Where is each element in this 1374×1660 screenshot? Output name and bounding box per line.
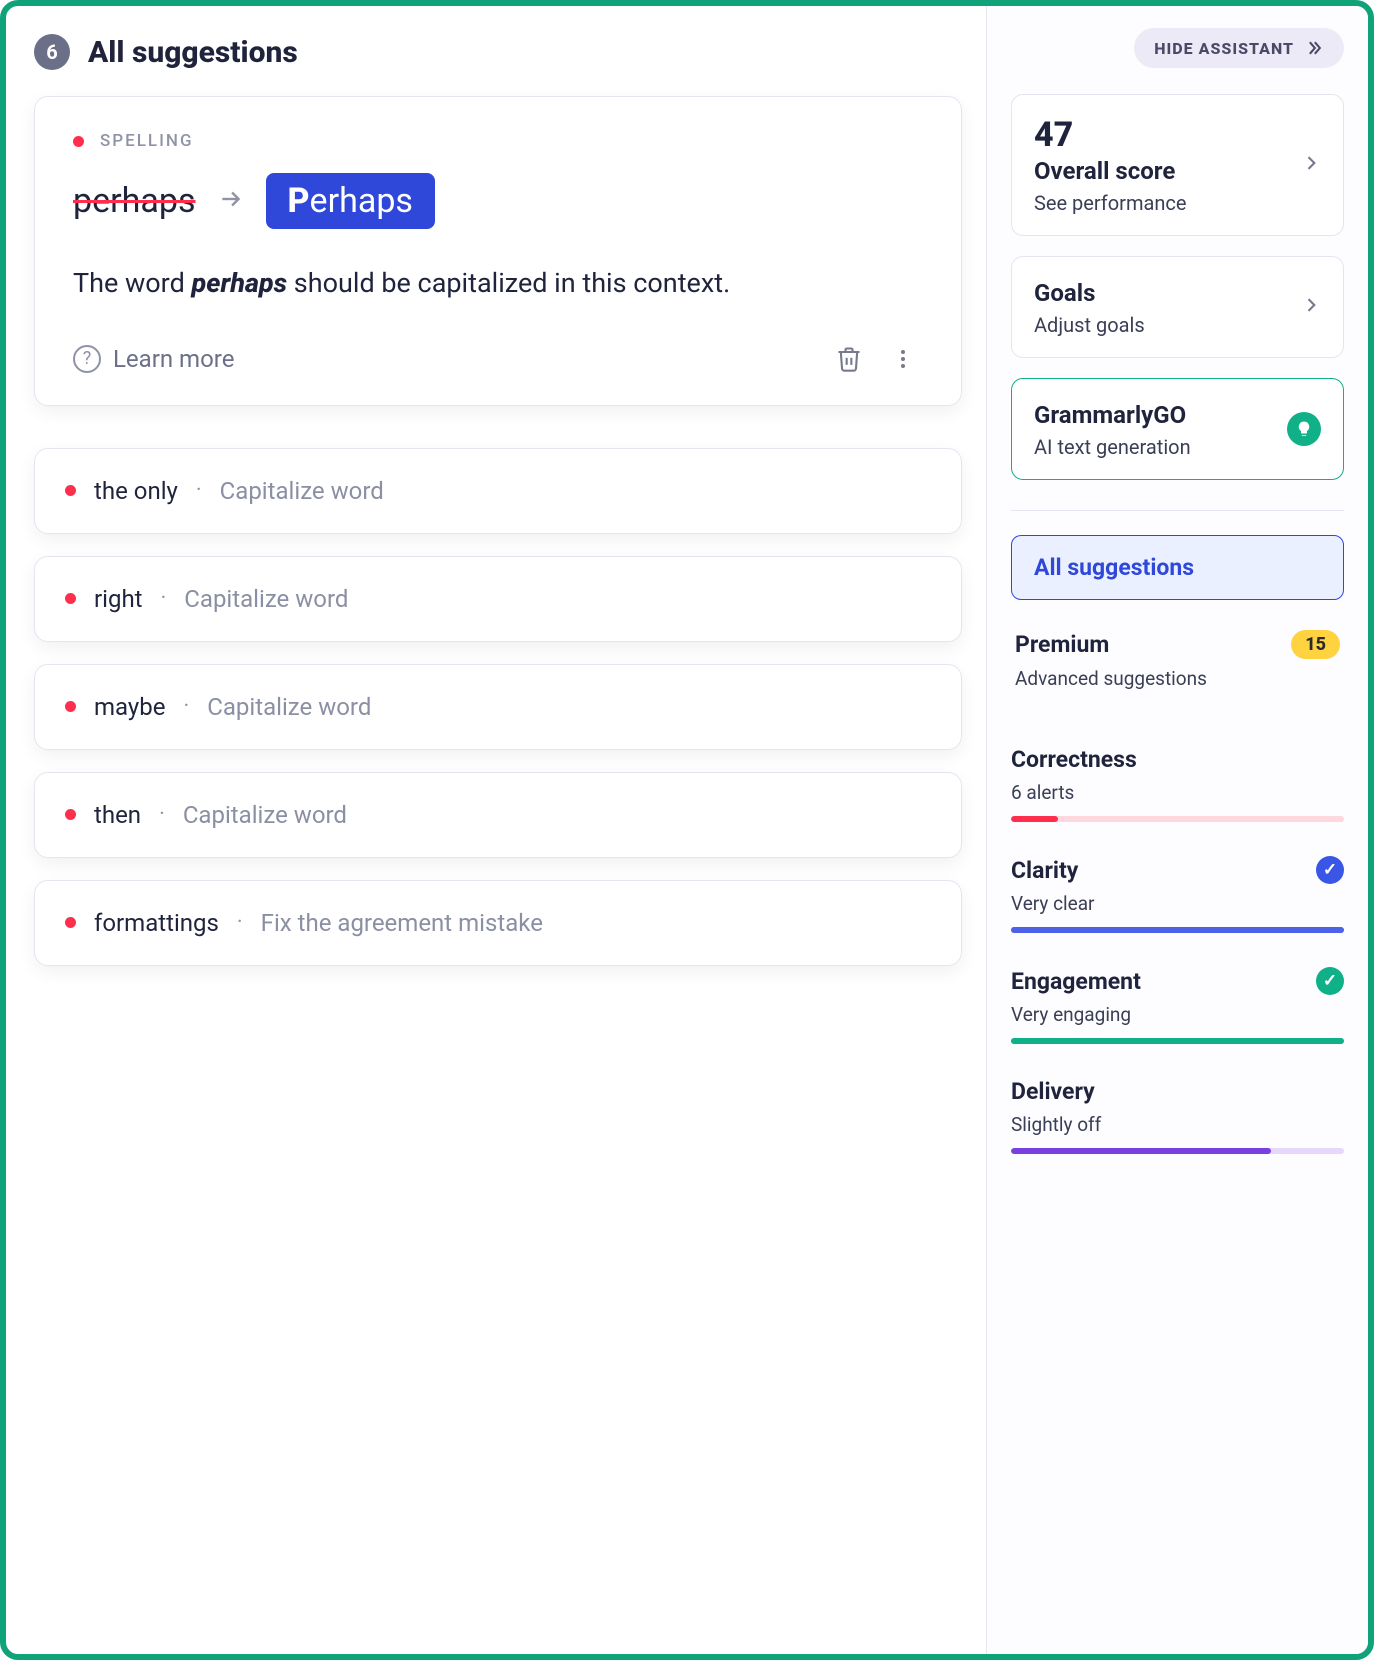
arrow-right-icon xyxy=(218,186,244,216)
suggestion-hint: Capitalize word xyxy=(184,585,348,613)
trash-icon xyxy=(835,345,863,373)
premium-sub: Advanced suggestions xyxy=(1015,667,1340,690)
suggestion-card-collapsed[interactable]: the only · Capitalize word xyxy=(34,448,962,534)
suggestion-card-collapsed[interactable]: formattings · Fix the agreement mistake xyxy=(34,880,962,966)
chevron-right-icon xyxy=(1301,295,1321,319)
more-vertical-icon xyxy=(891,347,915,371)
suggestion-card-collapsed[interactable]: maybe · Capitalize word xyxy=(34,664,962,750)
more-options-button[interactable] xyxy=(883,339,923,379)
help-icon: ? xyxy=(73,345,101,373)
metric-title: Delivery xyxy=(1011,1078,1095,1105)
metric-bar xyxy=(1011,1038,1344,1044)
category-dot-icon xyxy=(73,136,84,147)
metric-title: Correctness xyxy=(1011,746,1137,773)
separator-dot: · xyxy=(161,586,167,611)
grammarlygo-title: GrammarlyGO xyxy=(1034,401,1277,429)
category-dot-icon xyxy=(65,485,76,496)
separator-dot: · xyxy=(183,694,189,719)
filter-all-suggestions[interactable]: All suggestions xyxy=(1011,535,1344,600)
suggestions-header: 6 All suggestions xyxy=(34,34,962,70)
metric-delivery[interactable]: Delivery Slightly off xyxy=(1011,1078,1344,1154)
suggestion-word: maybe xyxy=(94,693,165,721)
suggestion-hint: Capitalize word xyxy=(220,477,384,505)
category-label: SPELLING xyxy=(100,131,194,151)
suggestion-card-collapsed[interactable]: right · Capitalize word xyxy=(34,556,962,642)
suggestion-hint: Capitalize word xyxy=(207,693,371,721)
metric-sub: Very clear xyxy=(1011,892,1344,915)
suggestion-word: then xyxy=(94,801,141,829)
suggestion-count-badge: 6 xyxy=(34,34,70,70)
category-dot-icon xyxy=(65,593,76,604)
metric-clarity[interactable]: Clarity ✓ Very clear xyxy=(1011,856,1344,933)
accept-correction-button[interactable]: Perhaps xyxy=(266,173,435,229)
metric-title: Engagement xyxy=(1011,968,1141,995)
explanation-text: The word perhaps should be capitalized i… xyxy=(73,263,923,305)
metric-engagement[interactable]: Engagement ✓ Very engaging xyxy=(1011,967,1344,1044)
overall-score-sub: See performance xyxy=(1034,191,1291,215)
metric-bar xyxy=(1011,1148,1344,1154)
category-dot-icon xyxy=(65,701,76,712)
metric-sub: 6 alerts xyxy=(1011,781,1344,804)
premium-card[interactable]: Premium 15 Advanced suggestions xyxy=(1011,622,1344,712)
suggestion-card-expanded[interactable]: SPELLING perhaps Perhaps The word perhap… xyxy=(34,96,962,406)
separator-dot: · xyxy=(196,478,202,503)
metric-sub: Very engaging xyxy=(1011,1003,1344,1026)
suggestion-word: formattings xyxy=(94,909,219,937)
suggestion-word: right xyxy=(94,585,143,613)
hide-assistant-button[interactable]: HIDE ASSISTANT xyxy=(1134,28,1344,68)
chevron-right-icon xyxy=(1301,153,1321,177)
suggestions-title: All suggestions xyxy=(88,35,298,70)
metric-bar xyxy=(1011,927,1344,933)
original-word: perhaps xyxy=(73,181,196,221)
overall-score-title: Overall score xyxy=(1034,157,1291,185)
suggestion-hint: Fix the agreement mistake xyxy=(261,909,543,937)
separator-dot: · xyxy=(237,910,243,935)
divider xyxy=(1011,510,1344,511)
metric-bar xyxy=(1011,816,1344,822)
check-icon: ✓ xyxy=(1316,856,1344,884)
goals-sub: Adjust goals xyxy=(1034,313,1291,337)
separator-dot: · xyxy=(159,802,165,827)
metric-correctness[interactable]: Correctness 6 alerts xyxy=(1011,746,1344,822)
overall-score-value: 47 xyxy=(1034,115,1291,155)
suggestion-hint: Capitalize word xyxy=(183,801,347,829)
overall-score-card[interactable]: 47 Overall score See performance xyxy=(1011,94,1344,236)
metric-title: Clarity xyxy=(1011,857,1078,884)
metric-sub: Slightly off xyxy=(1011,1113,1344,1136)
grammarlygo-card[interactable]: GrammarlyGO AI text generation xyxy=(1011,378,1344,480)
grammarlygo-sub: AI text generation xyxy=(1034,435,1277,459)
goals-title: Goals xyxy=(1034,279,1291,307)
check-icon: ✓ xyxy=(1316,967,1344,995)
premium-count-badge: 15 xyxy=(1291,630,1340,659)
premium-title: Premium xyxy=(1015,631,1109,658)
suggestion-word: the only xyxy=(94,477,178,505)
delete-button[interactable] xyxy=(829,339,869,379)
learn-more-link[interactable]: ? Learn more xyxy=(73,345,234,373)
suggestion-card-collapsed[interactable]: then · Capitalize word xyxy=(34,772,962,858)
chevron-double-right-icon xyxy=(1304,38,1324,58)
goals-card[interactable]: Goals Adjust goals xyxy=(1011,256,1344,358)
lightbulb-icon xyxy=(1287,412,1321,446)
category-dot-icon xyxy=(65,917,76,928)
category-dot-icon xyxy=(65,809,76,820)
